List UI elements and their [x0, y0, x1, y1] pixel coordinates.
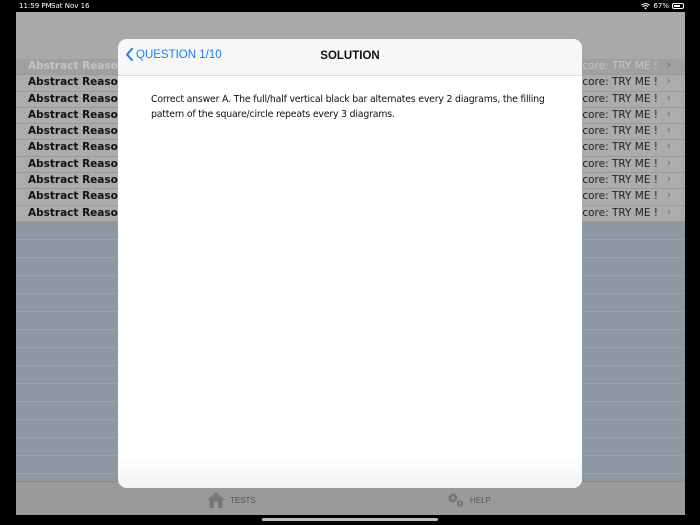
list-item-score: score: TRY ME ! [576, 190, 658, 203]
tab-tests[interactable]: TESTS [206, 491, 256, 509]
list-item-title: Abstract Reasoni [28, 108, 129, 121]
chevron-right-icon: › [666, 140, 671, 153]
list-item-title: Abstract Reasoni [28, 76, 129, 89]
list-item-score: score: TRY ME ! [576, 92, 658, 105]
gear-icon [448, 493, 464, 507]
list-item-title: Abstract Reasoni [28, 190, 129, 203]
modal-header: QUESTION 1/10 SOLUTION [118, 39, 582, 76]
list-item-score: score: TRY ME ! [576, 174, 658, 187]
solution-text: Correct answer A. The full/half vertical… [151, 94, 545, 120]
list-item-title: Abstract Reasoni [28, 174, 129, 187]
list-item-title: Abstract Reasoni [28, 141, 129, 154]
chevron-right-icon: › [666, 91, 671, 104]
list-item-title: Abstract Reasoni [28, 157, 129, 170]
solution-modal: QUESTION 1/10 SOLUTION Correct answer A.… [118, 39, 582, 488]
chevron-right-icon: › [666, 124, 671, 137]
status-date: Sat Nov 16 [51, 2, 90, 10]
list-item-score: score: TRY ME ! [576, 157, 658, 170]
modal-title: SOLUTION [320, 50, 380, 62]
tab-tests-label: TESTS [230, 495, 256, 505]
list-item-title: Abstract Reasoni [28, 92, 129, 105]
wifi-icon [641, 2, 651, 9]
list-item-title: Abstract Reasoni [28, 206, 129, 219]
chevron-right-icon: › [666, 173, 671, 186]
list-item-score: score: TRY ME ! [576, 108, 658, 121]
home-indicator[interactable] [262, 518, 438, 521]
list-item-score: score: TRY ME ! [576, 141, 658, 154]
list-item-score: score: TRY ME ! [576, 206, 658, 219]
tab-help-label: HELP [470, 495, 491, 505]
chevron-right-icon: › [666, 189, 671, 202]
chevron-right-icon: › [666, 205, 671, 218]
status-right: 67% [641, 2, 684, 10]
list-item-score: score: TRY ME ! [576, 76, 658, 89]
list-item-score: score: TRY ME ! [576, 60, 658, 72]
list-item-score: score: TRY ME ! [576, 125, 658, 138]
chevron-right-icon: › [666, 156, 671, 169]
list-item-title: Abstract Reasoni [28, 60, 129, 72]
chevron-right-icon: › [666, 107, 671, 120]
battery-icon [672, 3, 684, 9]
list-item-title: Abstract Reasoni [28, 125, 129, 138]
chevron-right-icon: › [666, 59, 671, 71]
home-icon [207, 492, 225, 508]
status-bar: 11:59 PM Sat Nov 16 67% [0, 0, 700, 12]
chevron-right-icon: › [666, 75, 671, 88]
status-time: 11:59 PM [19, 2, 52, 10]
tab-help[interactable]: HELP [446, 491, 491, 509]
modal-footer [118, 456, 582, 488]
battery-percent: 67% [653, 2, 669, 10]
